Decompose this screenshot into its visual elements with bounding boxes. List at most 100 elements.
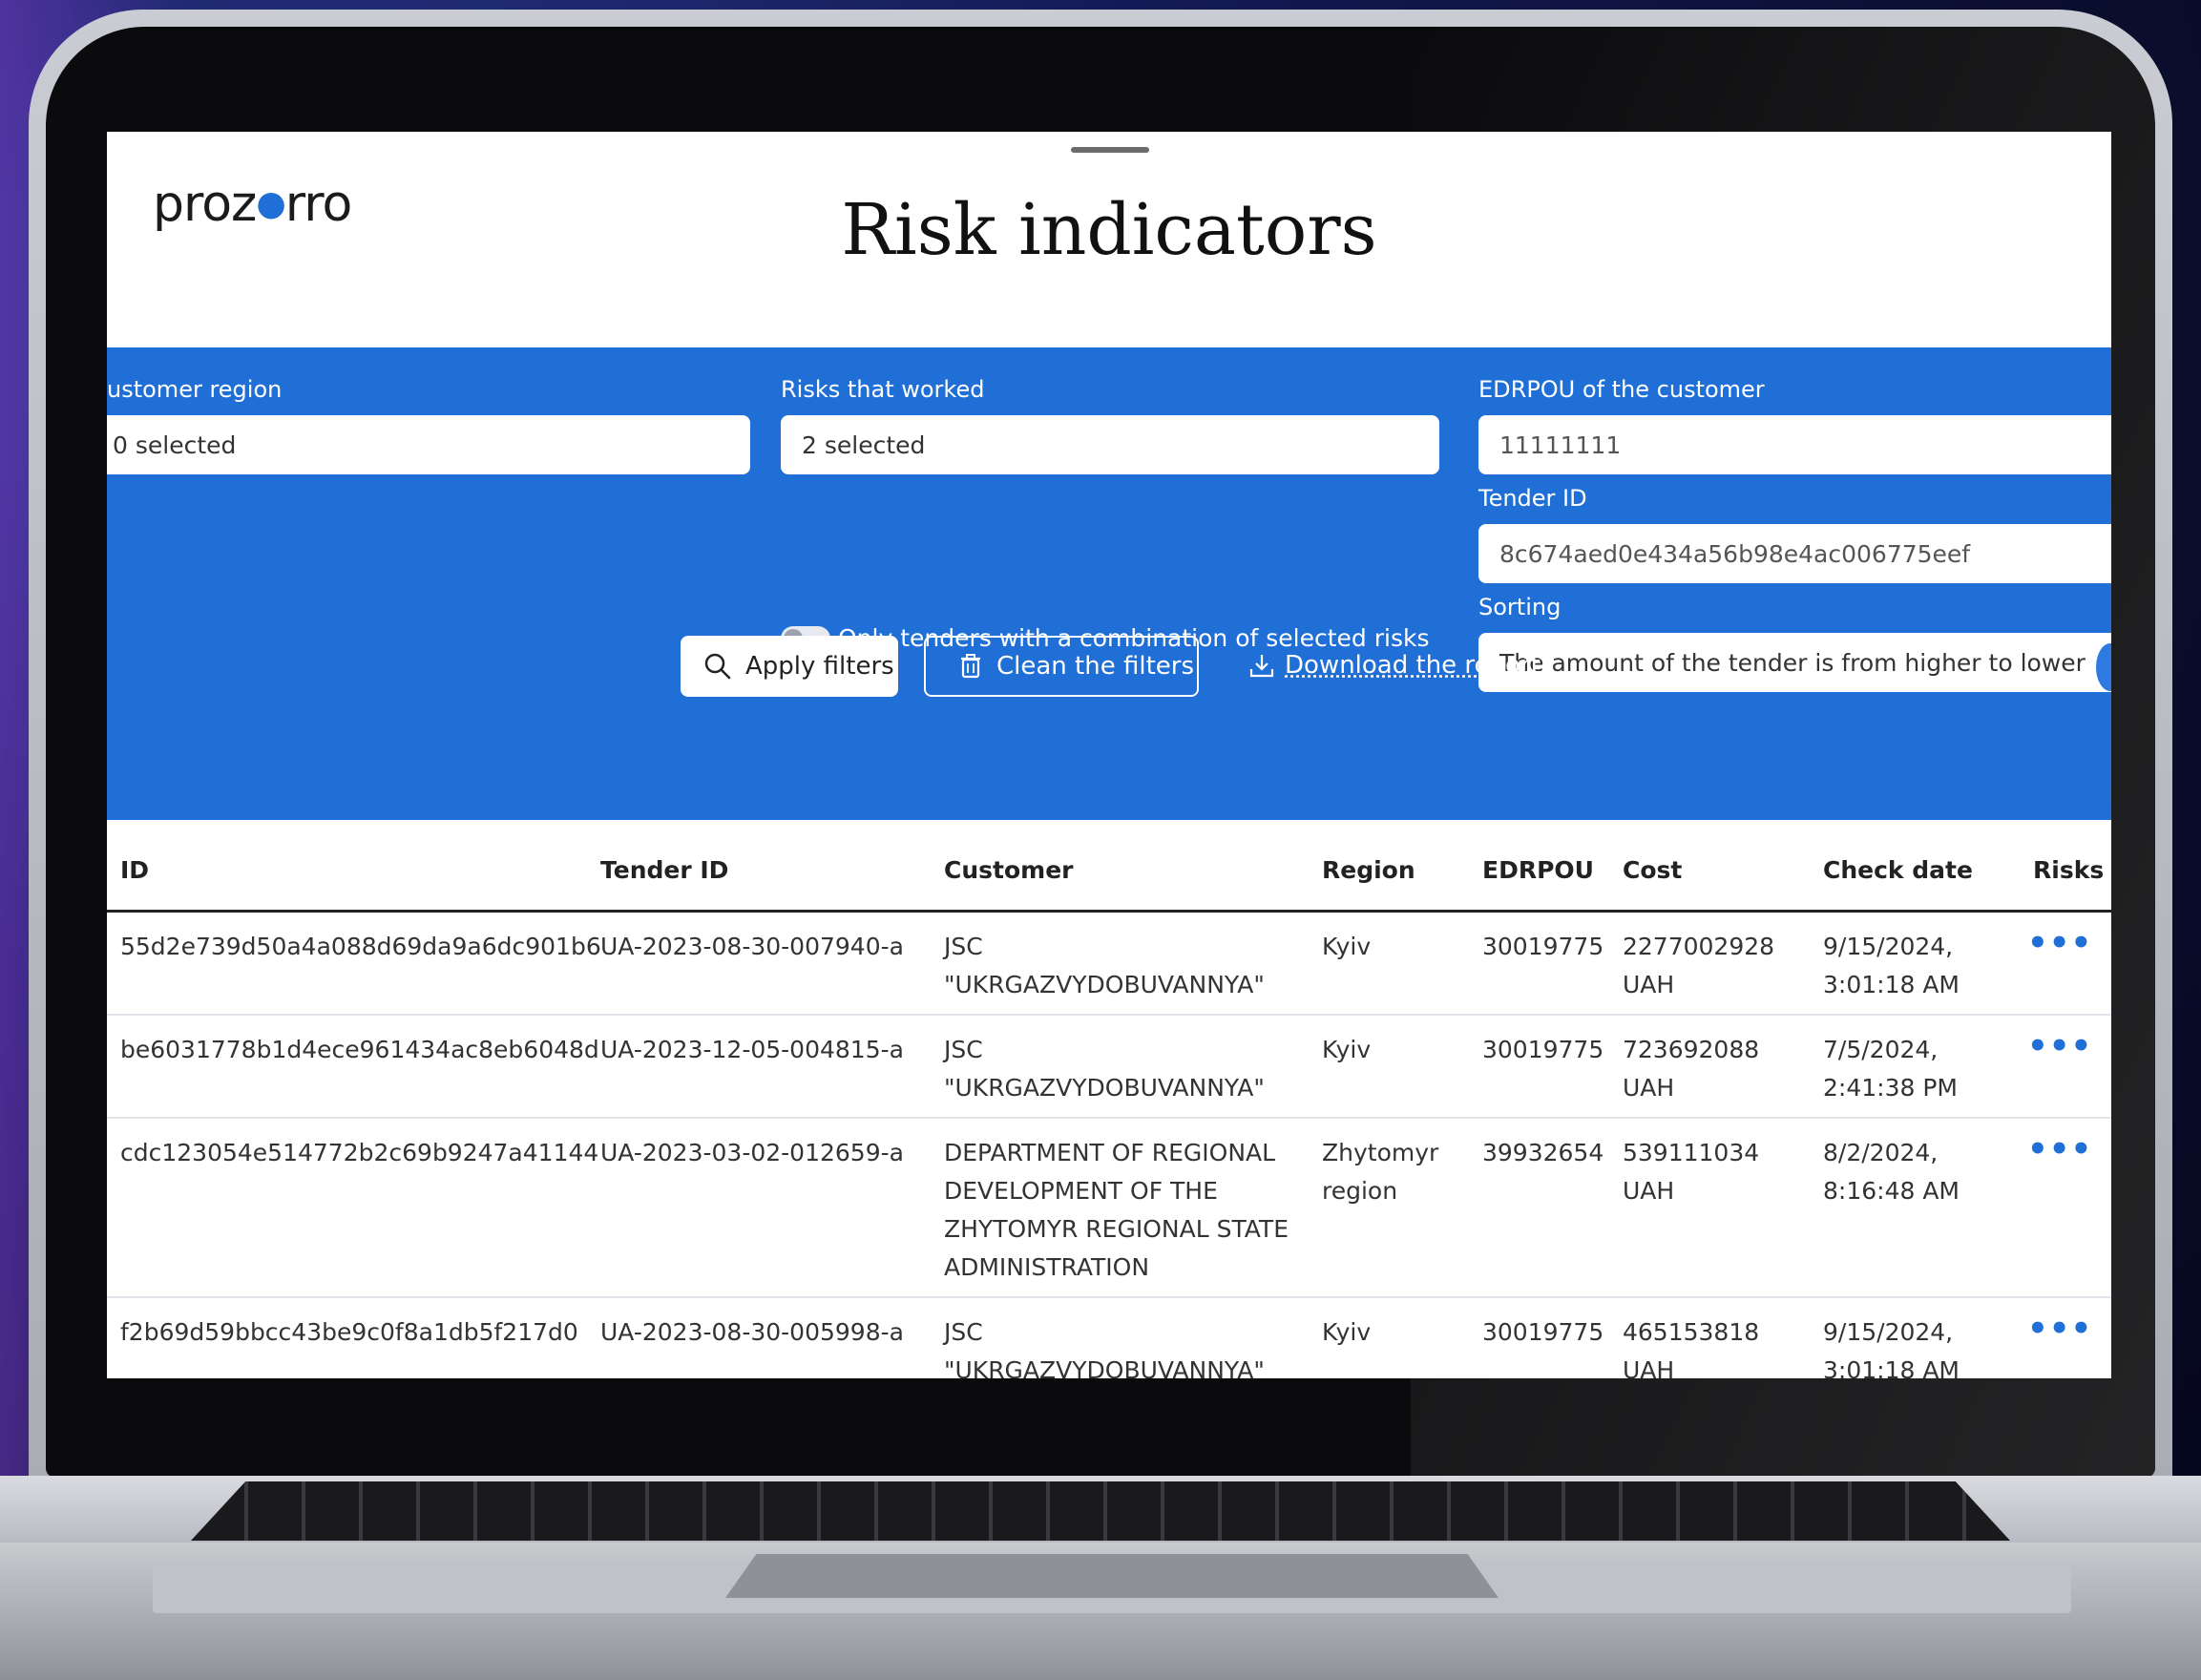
cell-tender-id: UA-2023-08-30-007940-a — [600, 933, 904, 960]
cell-tender-id: UA-2023-12-05-004815-a — [600, 1036, 904, 1063]
cell-time: 3:01:18 AM — [1823, 971, 1960, 998]
risks-more-icon[interactable]: ••• — [2027, 1310, 2092, 1348]
edrpou-label: EDRPOU of the customer — [1478, 376, 1765, 403]
cell-edrpou: 30019775 — [1482, 1318, 1604, 1346]
cell-check-date: 8/2/2024, 8:16:48 AM — [1823, 1134, 1960, 1210]
cell-cost-amount: 2277002928 — [1623, 933, 1775, 960]
customer-region-select[interactable]: 0 selected — [107, 415, 750, 474]
cell-date: 7/5/2024, — [1823, 1036, 1939, 1063]
cell-id: cdc123054e514772b2c69b9247a41144 — [120, 1139, 599, 1166]
cell-time: 3:01:18 AM — [1823, 1356, 1960, 1378]
cell-customer: DEPARTMENT OF REGIONAL DEVELOPMENT OF TH… — [944, 1134, 1289, 1287]
sorting-label: Sorting — [1478, 594, 1562, 620]
download-report-label: Download the report — [1285, 651, 1541, 680]
col-header-id[interactable]: ID — [120, 856, 149, 884]
edrpou-value: 11111111 — [1499, 430, 1622, 459]
customer-region-value: 0 selected — [113, 430, 237, 459]
cell-id: be6031778b1d4ece961434ac8eb6048d — [120, 1036, 599, 1063]
cell-region: Zhytomyr region — [1322, 1134, 1438, 1210]
app-screen: proz●rro Risk indicators ustomer region … — [107, 132, 2111, 1378]
cell-time: 8:16:48 AM — [1823, 1177, 1960, 1205]
cell-cost-amount: 723692088 — [1623, 1036, 1760, 1063]
cell-edrpou: 30019775 — [1482, 933, 1604, 960]
laptop-opening-notch — [725, 1554, 1499, 1598]
cell-region-line: region — [1322, 1177, 1398, 1205]
cell-cost: 465153818 UAH — [1623, 1313, 1759, 1378]
tender-id-input[interactable]: 8c674aed0e434a56b98e4ac006775eef — [1478, 524, 2111, 583]
cell-cost: 2277002928 UAH — [1623, 928, 1774, 1004]
cell-cost: 539111034 UAH — [1623, 1134, 1759, 1210]
cell-customer: JSC "UKRGAZVYDOBUVANNYA" — [944, 1313, 1265, 1378]
table-row[interactable]: be6031778b1d4ece961434ac8eb6048d UA-2023… — [107, 1016, 2111, 1119]
laptop-keyboard — [191, 1481, 2010, 1541]
risks-more-icon[interactable]: ••• — [2027, 1130, 2092, 1168]
trash-icon — [961, 654, 980, 679]
cell-region-line: Zhytomyr — [1322, 1139, 1439, 1166]
cell-time: 2:41:38 PM — [1823, 1074, 1958, 1102]
cell-customer-line: "UKRGAZVYDOBUVANNYA" — [944, 1074, 1265, 1102]
table-row[interactable]: 55d2e739d50a4a088d69da9a6dc901b6 UA-2023… — [107, 913, 2111, 1016]
cell-customer-line: JSC — [944, 1318, 983, 1346]
table-row[interactable]: f2b69d59bbcc43be9c0f8a1db5f217d0 UA-2023… — [107, 1298, 2111, 1378]
cell-edrpou: 30019775 — [1482, 1036, 1604, 1063]
tender-id-label: Tender ID — [1478, 485, 1587, 512]
sorting-select[interactable]: The amount of the tender is from higher … — [1478, 633, 2111, 692]
filters-panel: ustomer region 0 selected Risks that wor… — [107, 347, 2111, 820]
cell-customer-line: "UKRGAZVYDOBUVANNYA" — [944, 971, 1265, 998]
cell-customer-line: ZHYTOMYR REGIONAL STATE — [944, 1215, 1289, 1243]
apply-filters-button[interactable]: Apply filters — [681, 636, 898, 697]
cell-date: 8/2/2024, — [1823, 1139, 1939, 1166]
col-header-customer[interactable]: Customer — [944, 856, 1074, 884]
results-table: ID Tender ID Customer Region EDRPOU Cost… — [107, 820, 2111, 1378]
cell-tender-id: UA-2023-08-30-005998-a — [600, 1318, 904, 1346]
cell-region: Kyiv — [1322, 1036, 1372, 1063]
risks-more-icon[interactable]: ••• — [2027, 924, 2092, 962]
search-icon — [704, 653, 731, 680]
cell-date: 9/15/2024, — [1823, 933, 1954, 960]
sorting-value: The amount of the tender is from higher … — [1499, 648, 2086, 677]
cell-cost-amount: 465153818 — [1623, 1318, 1760, 1346]
risks-worked-select[interactable]: 2 selected — [781, 415, 1439, 474]
cell-cost: 723692088 UAH — [1623, 1031, 1759, 1107]
cell-id: 55d2e739d50a4a088d69da9a6dc901b6 — [120, 933, 601, 960]
col-header-check-date[interactable]: Check date — [1823, 856, 1973, 884]
cell-check-date: 9/15/2024, 3:01:18 AM — [1823, 928, 1960, 1004]
cell-cost-amount: 539111034 — [1623, 1139, 1760, 1166]
cell-customer: JSC "UKRGAZVYDOBUVANNYA" — [944, 928, 1265, 1004]
cell-edrpou: 39932654 — [1482, 1139, 1604, 1166]
col-header-edrpou[interactable]: EDRPOU — [1482, 856, 1594, 884]
clean-filters-label: Clean the filters — [996, 652, 1195, 681]
risks-worked-value: 2 selected — [802, 430, 926, 459]
cell-cost-currency: UAH — [1623, 1074, 1675, 1102]
tender-id-value: 8c674aed0e434a56b98e4ac006775eef — [1499, 539, 1971, 568]
cell-id: f2b69d59bbcc43be9c0f8a1db5f217d0 — [120, 1318, 578, 1346]
cell-customer-line: ADMINISTRATION — [944, 1253, 1150, 1281]
customer-region-label: ustomer region — [107, 376, 283, 403]
cell-customer-line: DEVELOPMENT OF THE — [944, 1177, 1218, 1205]
download-report-link[interactable]: Download the report — [1248, 651, 1541, 680]
apply-filters-label: Apply filters — [745, 652, 894, 681]
cell-customer-line: DEPARTMENT OF REGIONAL — [944, 1139, 1276, 1166]
cell-region: Kyiv — [1322, 933, 1372, 960]
cell-check-date: 9/15/2024, 3:01:18 AM — [1823, 1313, 1960, 1378]
clean-filters-button[interactable]: Clean the filters — [924, 636, 1199, 697]
cell-cost-currency: UAH — [1623, 1177, 1675, 1205]
cell-region: Kyiv — [1322, 1318, 1372, 1346]
cell-customer-line: "UKRGAZVYDOBUVANNYA" — [944, 1356, 1265, 1378]
page-title: Risk indicators — [841, 189, 1377, 271]
table-row[interactable]: cdc123054e514772b2c69b9247a41144 UA-2023… — [107, 1119, 2111, 1298]
drag-handle[interactable] — [1071, 147, 1149, 153]
col-header-cost[interactable]: Cost — [1623, 856, 1682, 884]
cell-cost-currency: UAH — [1623, 1356, 1675, 1378]
col-header-risks[interactable]: Risks — [2033, 856, 2104, 884]
risks-more-icon[interactable]: ••• — [2027, 1027, 2092, 1065]
cell-date: 9/15/2024, — [1823, 1318, 1954, 1346]
cell-customer-line: JSC — [944, 933, 983, 960]
cell-cost-currency: UAH — [1623, 971, 1675, 998]
col-header-region[interactable]: Region — [1322, 856, 1415, 884]
cell-customer: JSC "UKRGAZVYDOBUVANNYA" — [944, 1031, 1265, 1107]
edrpou-input[interactable]: 11111111 — [1478, 415, 2111, 474]
cell-tender-id: UA-2023-03-02-012659-a — [600, 1139, 904, 1166]
col-header-tender-id[interactable]: Tender ID — [600, 856, 728, 884]
risks-worked-label: Risks that worked — [781, 376, 985, 403]
